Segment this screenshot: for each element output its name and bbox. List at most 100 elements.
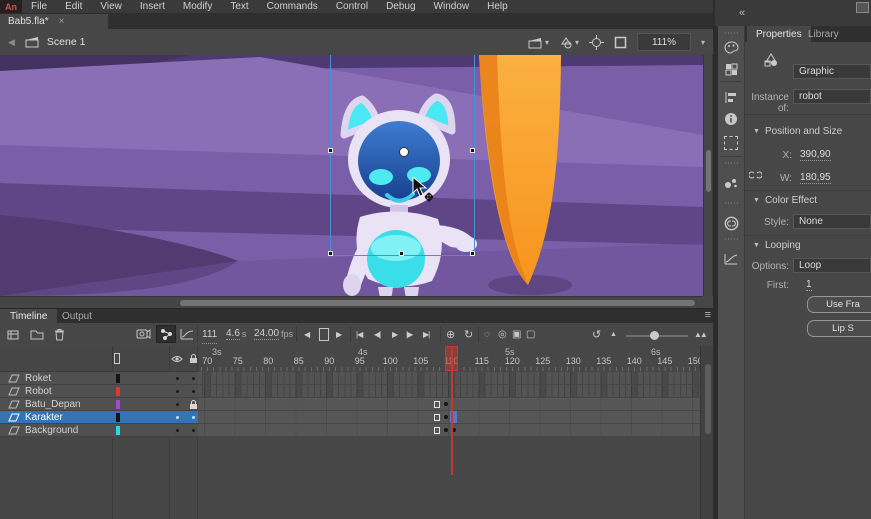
- menu-control[interactable]: Control: [327, 1, 377, 12]
- frame-end-marker[interactable]: [434, 401, 440, 408]
- timeline-zoom-in-icon[interactable]: ▲▲: [694, 325, 706, 343]
- modify-markers-button[interactable]: ▢: [526, 325, 535, 343]
- frame-rate-value[interactable]: 24.00 fps: [254, 325, 293, 343]
- menu-modify[interactable]: Modify: [174, 1, 221, 12]
- step-back-button[interactable]: ◀|: [374, 325, 380, 343]
- delete-layer-button[interactable]: [54, 325, 65, 343]
- keyframe-dot[interactable]: [444, 402, 448, 406]
- selection-handle-bottom-center[interactable]: [399, 251, 404, 256]
- layer-row-roket[interactable]: Roket: [0, 372, 198, 385]
- menu-edit[interactable]: Edit: [56, 1, 91, 12]
- use-frame-picker-button[interactable]: Use Fra: [807, 296, 871, 313]
- play-button[interactable]: ▶: [392, 325, 397, 343]
- layer-color-swatch[interactable]: [116, 387, 120, 396]
- tab-output[interactable]: Output: [52, 309, 102, 323]
- menu-window[interactable]: Window: [425, 1, 479, 12]
- tab-library[interactable]: Library: [799, 26, 848, 42]
- layer-lock-dot[interactable]: [192, 390, 195, 393]
- reset-timeline-zoom-button[interactable]: ↺: [592, 325, 601, 343]
- first-frame-value[interactable]: 1: [806, 279, 812, 291]
- back-arrow-icon[interactable]: ◀: [8, 37, 15, 48]
- frames-row-roket[interactable]: [198, 372, 700, 385]
- layer-color-swatch[interactable]: [116, 400, 120, 409]
- menu-help[interactable]: Help: [478, 1, 517, 12]
- menu-insert[interactable]: Insert: [131, 1, 174, 12]
- center-stage-icon[interactable]: [589, 35, 604, 50]
- align-panel-icon[interactable]: [722, 88, 740, 106]
- outline-color-column-icon[interactable]: [114, 353, 120, 364]
- go-to-last-frame-button[interactable]: ▶|: [423, 325, 429, 343]
- stage-zoom-caret-icon[interactable]: ▾: [701, 38, 705, 47]
- layer-lock-dot[interactable]: [192, 377, 195, 380]
- camera-button[interactable]: [136, 325, 151, 343]
- frames-row-karakter[interactable]: [198, 411, 700, 424]
- transform-panel-icon[interactable]: [722, 134, 740, 152]
- layer-visibility-dot[interactable]: [176, 416, 179, 419]
- transform-point[interactable]: [399, 147, 409, 157]
- layer-row-background[interactable]: Background: [0, 424, 198, 437]
- menu-debug[interactable]: Debug: [377, 1, 424, 12]
- selection-handle-bottom-left[interactable]: [328, 251, 333, 256]
- layer-row-robot[interactable]: Robot: [0, 385, 198, 398]
- prev-frame-button[interactable]: ◀: [304, 325, 309, 343]
- layer-depth-button[interactable]: [180, 325, 194, 343]
- current-frame-value[interactable]: 111: [202, 325, 217, 344]
- loop-playback-button[interactable]: ↻: [464, 325, 473, 343]
- menu-view[interactable]: View: [91, 1, 131, 12]
- panel-menu-icon[interactable]: ≡: [705, 309, 711, 321]
- layer-locked-icon[interactable]: [189, 400, 198, 410]
- frame-end-marker[interactable]: [434, 414, 440, 421]
- loop-options-dropdown[interactable]: Loop: [793, 258, 871, 273]
- link-width-height-icon[interactable]: [749, 169, 762, 181]
- menu-commands[interactable]: Commands: [258, 1, 327, 12]
- stage-vscroll-thumb[interactable]: [706, 150, 711, 192]
- section-color-effect[interactable]: ▼ Color Effect: [753, 195, 817, 206]
- stage-hscroll-thumb[interactable]: [180, 300, 695, 306]
- keyframe-dot[interactable]: [444, 415, 448, 419]
- section-looping[interactable]: ▼ Looping: [753, 240, 801, 251]
- workspace-switcher-icon[interactable]: [856, 2, 869, 13]
- edit-symbols-icon[interactable]: ▾: [559, 36, 579, 49]
- keyframe-dot[interactable]: [444, 428, 448, 432]
- brush-library-panel-icon[interactable]: [722, 174, 740, 192]
- new-folder-button[interactable]: [30, 325, 44, 343]
- frames-row-background[interactable]: [198, 424, 700, 437]
- layer-row-batu-depan[interactable]: Batu_Depan: [0, 398, 198, 411]
- layer-lock-dot[interactable]: [192, 416, 195, 419]
- lock-icon[interactable]: [189, 354, 198, 364]
- swatches-panel-icon[interactable]: [722, 60, 740, 78]
- document-tab[interactable]: Bab5.fla* ×: [0, 14, 108, 29]
- selection-handle-bottom-right[interactable]: [470, 251, 475, 256]
- x-value[interactable]: 390,90: [800, 149, 831, 161]
- lip-syncing-button[interactable]: Lip S: [807, 320, 871, 337]
- timeline-zoom-out-icon[interactable]: ▲: [610, 325, 617, 343]
- selection-handle-left[interactable]: [328, 148, 333, 153]
- layer-visibility-dot[interactable]: [176, 377, 179, 380]
- timeline-zoom-slider-knob[interactable]: [650, 331, 659, 340]
- scene-name[interactable]: Scene 1: [47, 36, 86, 48]
- stage-horizontal-scrollbar[interactable]: [0, 296, 703, 308]
- color-panel-icon[interactable]: [722, 38, 740, 56]
- tab-timeline[interactable]: Timeline: [0, 309, 57, 323]
- layer-color-swatch[interactable]: [116, 426, 120, 435]
- onion-skin-outlines-button[interactable]: ◎: [498, 325, 507, 343]
- timeline-vscroll-thumb[interactable]: [705, 364, 711, 434]
- frames-row-batu-depan[interactable]: [198, 398, 700, 411]
- layer-row-karakter[interactable]: Karakter: [0, 411, 198, 424]
- playhead-line[interactable]: [451, 347, 453, 475]
- instance-name-field[interactable]: robot: [793, 89, 871, 104]
- layer-color-swatch[interactable]: [116, 374, 120, 383]
- symbol-type-dropdown[interactable]: Graphic: [793, 64, 871, 79]
- center-frame-button[interactable]: ⊕: [446, 325, 455, 343]
- close-tab-icon[interactable]: ×: [59, 16, 65, 27]
- layer-parenting-toggle[interactable]: [156, 325, 176, 343]
- stage-zoom-select[interactable]: 111%: [637, 33, 691, 51]
- clip-content-icon[interactable]: [614, 36, 627, 49]
- layer-lock-dot[interactable]: [192, 429, 195, 432]
- edit-multiple-frames-button[interactable]: ▣: [512, 325, 521, 343]
- cc-libraries-panel-icon[interactable]: [722, 214, 740, 232]
- step-forward-button[interactable]: |▶: [406, 325, 412, 343]
- edit-scene-icon[interactable]: ▾: [528, 36, 549, 49]
- layer-visibility-dot[interactable]: [176, 429, 179, 432]
- section-position-and-size[interactable]: ▼ Position and Size: [753, 126, 842, 137]
